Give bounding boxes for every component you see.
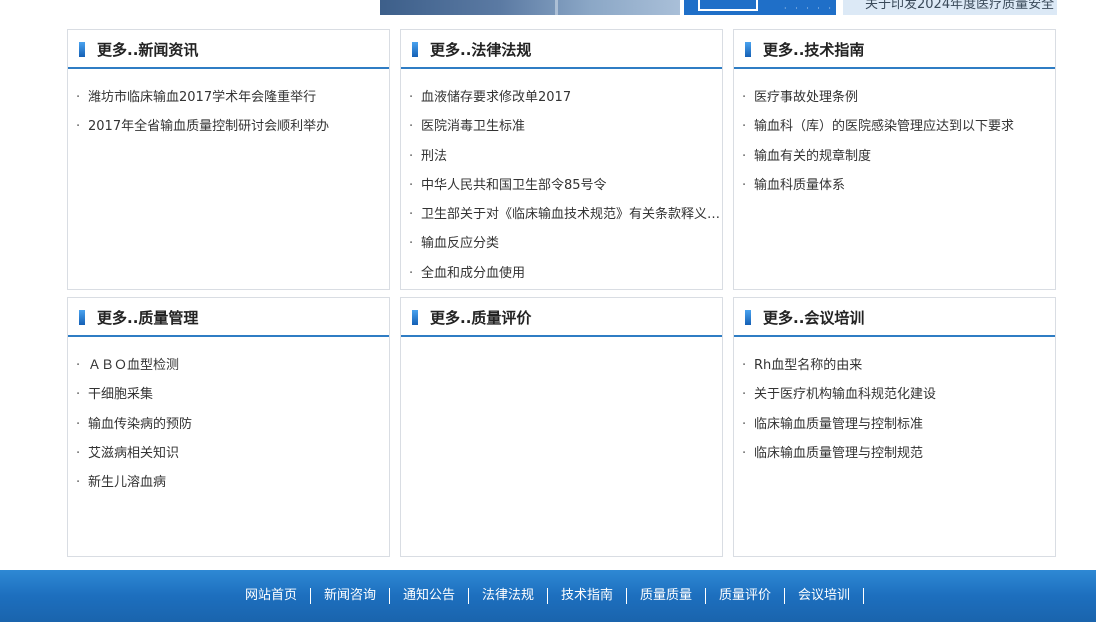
list-item[interactable]: · 全血和成分血使用	[401, 259, 722, 288]
list-item[interactable]: · 卫生部关于对《临床输血技术规范》有关条款释义的...	[401, 200, 722, 229]
list-item[interactable]: · 刑法	[401, 142, 722, 171]
panel-header: 更多..会议培训	[734, 298, 1055, 337]
footer-link-training[interactable]: 会议培训	[785, 588, 865, 604]
article-list	[401, 337, 722, 351]
banner-image[interactable]	[380, 0, 680, 15]
list-item[interactable]: · 潍坊市临床输血2017学术年会隆重举行	[68, 83, 389, 112]
list-item[interactable]: · 关于医疗机构输血科规范化建设	[734, 380, 1055, 409]
panel-title[interactable]: 更多..质量评价	[430, 307, 531, 328]
footer-link-news[interactable]: 新闻咨询	[311, 588, 390, 604]
panel-title[interactable]: 更多..会议培训	[763, 307, 864, 328]
article-list: · 血液储存要求修改单2017 · 医院消毒卫生标准 · 刑法 · 中华人民共和国卫生部…	[401, 69, 722, 288]
footer-link-home[interactable]: 网站首页	[232, 588, 311, 604]
title-marker-icon	[745, 310, 751, 325]
list-item[interactable]: · 输血科质量体系	[734, 171, 1055, 200]
panel-title[interactable]: 更多..法律法规	[430, 39, 531, 60]
banner-dots-icon: · · · · ·	[784, 4, 834, 13]
panel-tech-guide: 更多..技术指南 · 医疗事故处理条例 · 输血科（库）的医院感染管理应达到以下要求…	[733, 29, 1056, 290]
title-marker-icon	[745, 42, 751, 57]
panel-title[interactable]: 更多..质量管理	[97, 307, 198, 328]
list-item[interactable]: · 临床输血质量管理与控制规范	[734, 439, 1055, 468]
panel-header: 更多..质量管理	[68, 298, 389, 337]
article-list: · 医疗事故处理条例 · 输血科（库）的医院感染管理应达到以下要求 · 输血有关的规章…	[734, 69, 1055, 200]
list-item[interactable]: · 血液储存要求修改单2017	[401, 83, 722, 112]
list-item[interactable]: · 输血有关的规章制度	[734, 142, 1055, 171]
list-item[interactable]: · 输血传染病的预防	[68, 410, 389, 439]
panel-header: 更多..技术指南	[734, 30, 1055, 69]
panel-quality-eval: 更多..质量评价	[400, 297, 723, 557]
article-list: · Rh血型名称的由来 · 关于医疗机构输血科规范化建设 · 临床输血质量管理与控制标…	[734, 337, 1055, 468]
title-marker-icon	[412, 310, 418, 325]
footer-link-laws[interactable]: 法律法规	[469, 588, 548, 604]
list-item[interactable]: · 输血反应分类	[401, 229, 722, 258]
article-list: · ＡＢＯ血型检测 · 干细胞采集 · 输血传染病的预防 · 艾滋病相关知识 · 新生儿溶…	[68, 337, 389, 497]
footer-link-quality[interactable]: 质量质量	[627, 588, 707, 604]
list-item[interactable]: · Rh血型名称的由来	[734, 351, 1055, 380]
panel-quality-mgmt: 更多..质量管理 · ＡＢＯ血型检测 · 干细胞采集 · 输血传染病的预防 · 艾滋病相…	[67, 297, 390, 557]
list-item[interactable]: · 新生儿溶血病	[68, 468, 389, 497]
banner-notice-text[interactable]: 关于印发2024年度医疗质量安全	[865, 0, 1054, 12]
list-item[interactable]: · 中华人民共和国卫生部令85号令	[401, 171, 722, 200]
panel-title[interactable]: 更多..技术指南	[763, 39, 864, 60]
panel-header: 更多..法律法规	[401, 30, 722, 69]
banner-notice[interactable]: 关于印发2024年度医疗质量安全	[843, 0, 1057, 15]
panel-header: 更多..新闻资讯	[68, 30, 389, 69]
list-item[interactable]: · 医疗事故处理条例	[734, 83, 1055, 112]
title-marker-icon	[79, 310, 85, 325]
footer-nav: 网站首页 新闻咨询 通知公告 法律法规 技术指南 质量质量 质量评价 会议培训	[0, 570, 1096, 622]
banner-frame-icon	[698, 0, 758, 11]
footer-bar: 网站首页 新闻咨询 通知公告 法律法规 技术指南 质量质量 质量评价 会议培训	[0, 570, 1096, 622]
panel-header: 更多..质量评价	[401, 298, 722, 337]
panel-training: 更多..会议培训 · Rh血型名称的由来 · 关于医疗机构输血科规范化建设 · 临床输…	[733, 297, 1056, 557]
list-item[interactable]: · 干细胞采集	[68, 380, 389, 409]
footer-bottom-strip	[0, 622, 1096, 630]
list-item[interactable]: · 2017年全省输血质量控制研讨会顺利举办	[68, 112, 389, 141]
panel-news: 更多..新闻资讯 · 潍坊市临床输血2017学术年会隆重举行 · 2017年全省输血…	[67, 29, 390, 290]
list-item[interactable]: · 输血科（库）的医院感染管理应达到以下要求	[734, 112, 1055, 141]
top-banner: · · · · · 关于印发2024年度医疗质量安全	[0, 0, 1096, 16]
title-marker-icon	[412, 42, 418, 57]
banner-promo[interactable]: · · · · ·	[684, 0, 836, 15]
list-item[interactable]: · 临床输血质量管理与控制标准	[734, 410, 1055, 439]
article-list: · 潍坊市临床输血2017学术年会隆重举行 · 2017年全省输血质量控制研讨会顺利…	[68, 69, 389, 142]
panel-title[interactable]: 更多..新闻资讯	[97, 39, 198, 60]
footer-link-quality-eval[interactable]: 质量评价	[706, 588, 786, 604]
list-item[interactable]: · 艾滋病相关知识	[68, 439, 389, 468]
panel-laws: 更多..法律法规 · 血液储存要求修改单2017 · 医院消毒卫生标准 · 刑法 · 中…	[400, 29, 723, 290]
title-marker-icon	[79, 42, 85, 57]
list-item[interactable]: · 医院消毒卫生标准	[401, 112, 722, 141]
footer-link-notices[interactable]: 通知公告	[390, 588, 469, 604]
footer-link-tech-guide[interactable]: 技术指南	[548, 588, 628, 604]
list-item[interactable]: · ＡＢＯ血型检测	[68, 351, 389, 380]
